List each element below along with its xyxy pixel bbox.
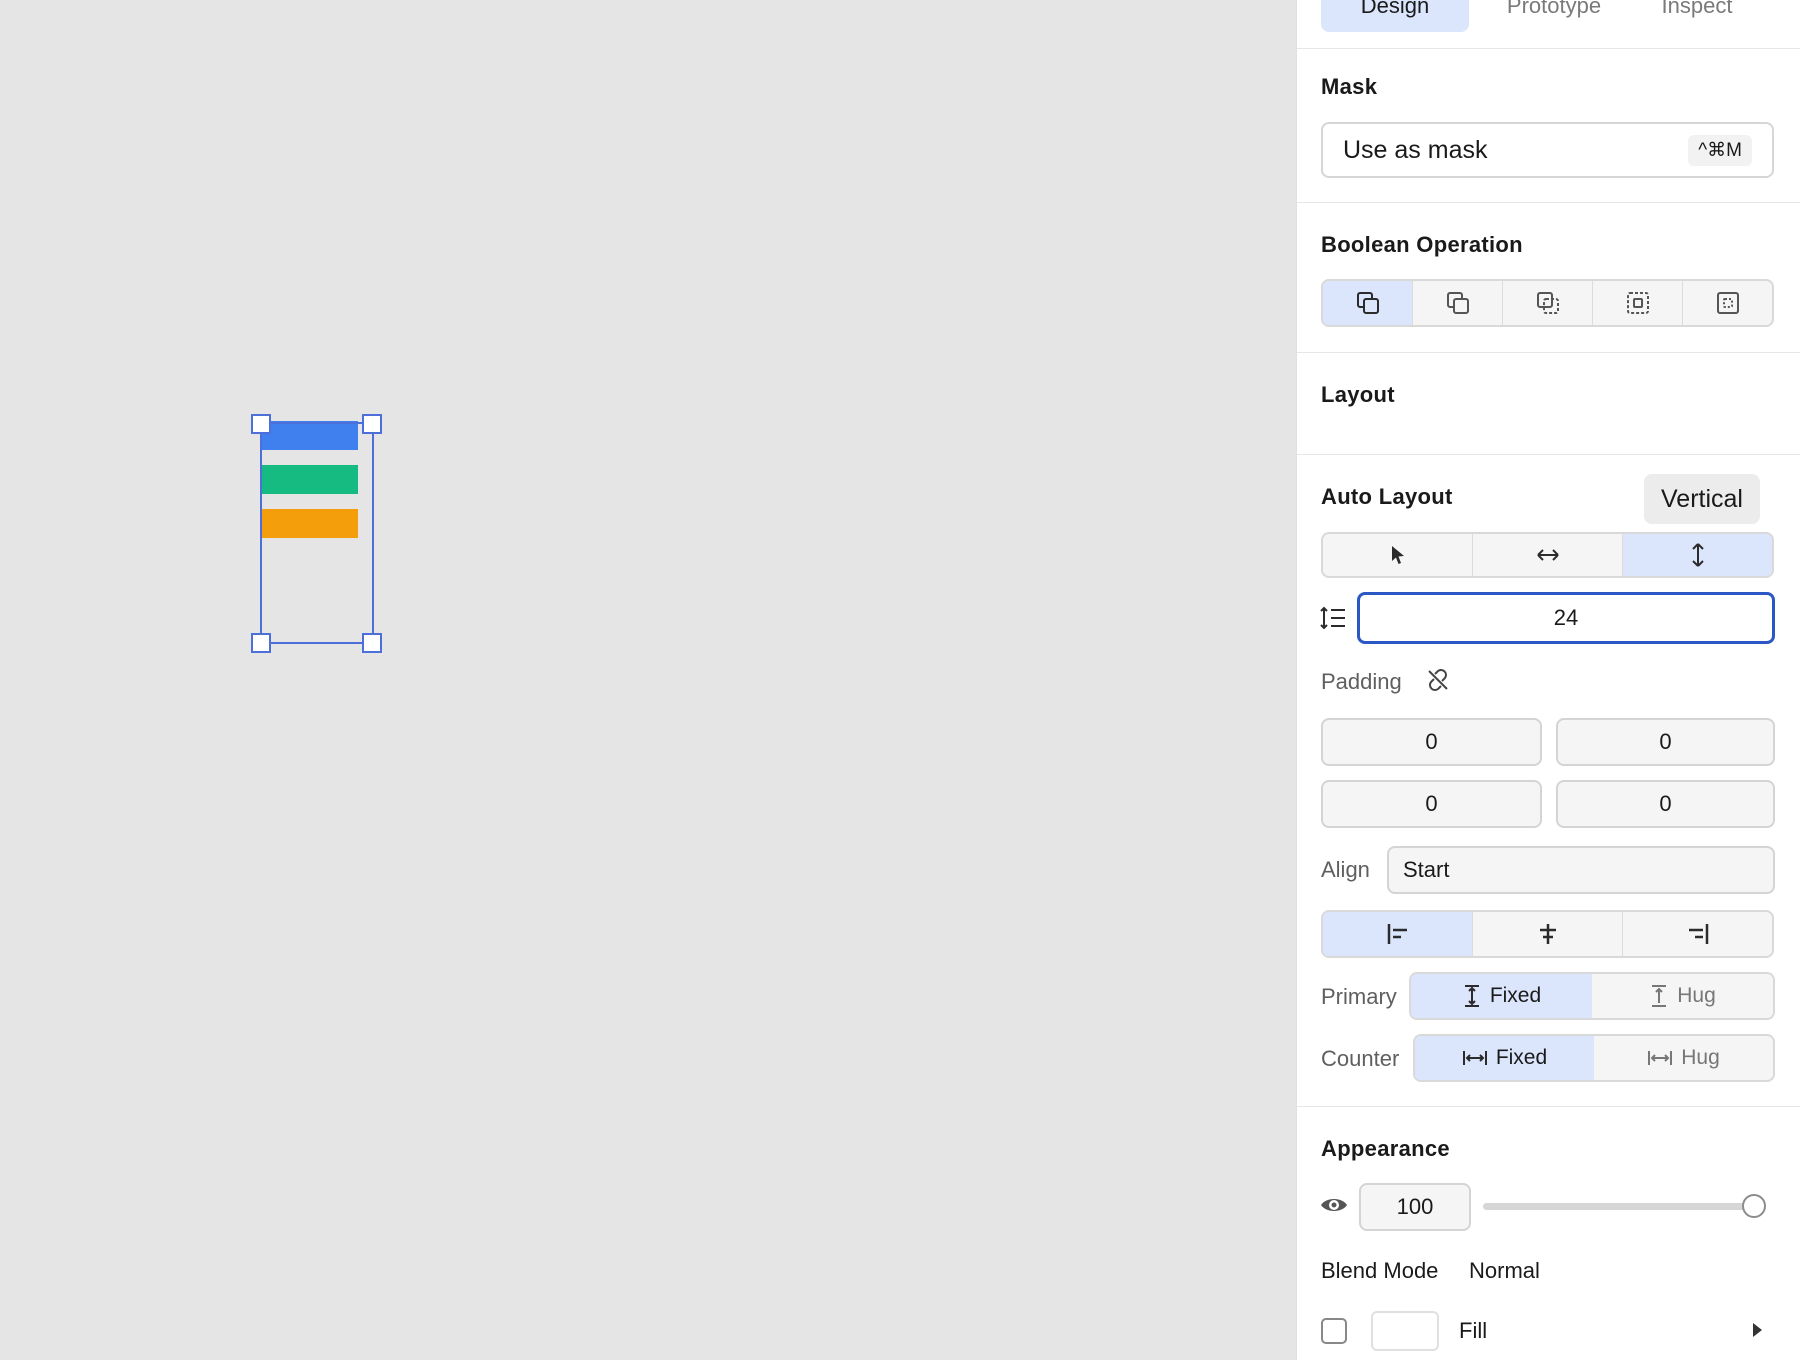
padding-right-value: 0 bbox=[1659, 729, 1672, 754]
resize-handle-top-right[interactable] bbox=[362, 414, 382, 434]
exclude-icon bbox=[1626, 292, 1649, 314]
counter-fixed-label: Fixed bbox=[1495, 1046, 1548, 1069]
union-icon bbox=[1356, 292, 1379, 314]
blend-mode-select[interactable]: Normal bbox=[1469, 1258, 1540, 1284]
primary-hug-label: Hug bbox=[1677, 984, 1716, 1007]
intersect-icon bbox=[1536, 292, 1559, 314]
padding-bottom-value: 0 bbox=[1425, 791, 1438, 816]
align-left-button[interactable] bbox=[1323, 912, 1473, 956]
primary-fixed-label: Fixed bbox=[1489, 984, 1542, 1007]
caret-right-icon bbox=[1753, 1323, 1762, 1337]
blend-mode-label: Blend Mode bbox=[1321, 1258, 1439, 1283]
fixed-width-icon bbox=[1462, 1051, 1487, 1065]
layout-section-title: Layout bbox=[1321, 382, 1395, 407]
tab-prototype[interactable]: Prototype bbox=[1491, 0, 1617, 32]
counter-hug-label: Hug bbox=[1681, 1046, 1720, 1069]
resize-handle-bottom-left[interactable] bbox=[251, 633, 271, 653]
direction-vertical-button[interactable] bbox=[1623, 534, 1772, 576]
hug-height-icon bbox=[1652, 985, 1667, 1007]
boolean-operation-group bbox=[1321, 279, 1774, 327]
vertical-arrow-icon bbox=[1691, 543, 1704, 567]
visibility-toggle[interactable] bbox=[1319, 1194, 1349, 1216]
layout-direction-group bbox=[1321, 532, 1774, 578]
counter-hug-button[interactable]: Hug bbox=[1594, 1036, 1773, 1080]
mask-shortcut-badge: ^⌘M bbox=[1688, 134, 1752, 166]
resize-handle-top-left[interactable] bbox=[251, 414, 271, 434]
padding-top-value: 0 bbox=[1425, 729, 1438, 754]
subtract-icon bbox=[1446, 292, 1469, 314]
eye-icon bbox=[1321, 1199, 1347, 1211]
pointer-icon bbox=[1391, 546, 1404, 564]
tab-inspect-label: Inspect bbox=[1661, 0, 1733, 18]
divider bbox=[1297, 48, 1800, 49]
boolean-union-button[interactable] bbox=[1323, 281, 1413, 325]
auto-layout-section-title: Auto Layout bbox=[1321, 484, 1453, 509]
selected-frame[interactable] bbox=[260, 422, 374, 644]
fill-expand-button[interactable] bbox=[1749, 1320, 1765, 1340]
item-spacing-input[interactable]: 24 bbox=[1357, 592, 1775, 644]
divider bbox=[1297, 454, 1800, 455]
direction-none-button[interactable] bbox=[1323, 534, 1473, 576]
align-right-icon bbox=[1688, 924, 1708, 944]
counter-fixed-button[interactable]: Fixed bbox=[1415, 1036, 1594, 1080]
horizontal-arrow-icon bbox=[1536, 549, 1559, 561]
padding-left-input[interactable]: 0 bbox=[1556, 780, 1775, 828]
primary-sizing-label: Primary bbox=[1321, 984, 1397, 1009]
align-label: Align bbox=[1321, 857, 1370, 882]
use-as-mask-label: Use as mask bbox=[1343, 135, 1488, 164]
divider bbox=[1297, 1106, 1800, 1107]
direction-tooltip: Vertical bbox=[1644, 474, 1760, 524]
counter-sizing-label: Counter bbox=[1321, 1046, 1400, 1071]
primary-hug-button[interactable]: Hug bbox=[1592, 974, 1773, 1018]
fill-label: Fill bbox=[1459, 1318, 1488, 1343]
divider bbox=[1297, 202, 1800, 203]
align-center-icon bbox=[1539, 924, 1556, 944]
align-select-value: Start bbox=[1403, 857, 1450, 882]
appearance-section-title: Appearance bbox=[1321, 1136, 1450, 1161]
tab-design[interactable]: Design bbox=[1321, 0, 1469, 32]
align-select[interactable]: Start bbox=[1387, 846, 1775, 894]
boolean-intersect-button[interactable] bbox=[1503, 281, 1593, 325]
tab-prototype-label: Prototype bbox=[1506, 0, 1602, 18]
padding-top-input[interactable]: 0 bbox=[1321, 718, 1542, 766]
fill-checkbox[interactable] bbox=[1321, 1318, 1347, 1344]
padding-label: Padding bbox=[1321, 669, 1402, 694]
fixed-height-icon bbox=[1464, 985, 1479, 1007]
opacity-value: 100 bbox=[1396, 1194, 1434, 1219]
divider bbox=[1297, 352, 1800, 353]
item-spacing-value: 24 bbox=[1553, 605, 1579, 630]
opacity-slider-track[interactable] bbox=[1483, 1203, 1753, 1210]
align-center-button[interactable] bbox=[1473, 912, 1623, 956]
align-left-icon bbox=[1387, 924, 1407, 944]
padding-bottom-input[interactable]: 0 bbox=[1321, 780, 1542, 828]
align-right-button[interactable] bbox=[1623, 912, 1772, 956]
opacity-slider-handle[interactable] bbox=[1742, 1194, 1766, 1218]
primary-sizing-group: Fixed Hug bbox=[1409, 972, 1775, 1020]
padding-left-value: 0 bbox=[1659, 791, 1672, 816]
unlink-icon bbox=[1428, 669, 1448, 691]
tab-design-label: Design bbox=[1360, 0, 1430, 18]
opacity-input[interactable]: 100 bbox=[1359, 1183, 1471, 1231]
counter-sizing-group: Fixed Hug bbox=[1413, 1034, 1775, 1082]
hug-width-icon bbox=[1648, 1051, 1673, 1065]
spacing-icon bbox=[1319, 605, 1347, 631]
resize-handle-bottom-right[interactable] bbox=[362, 633, 382, 653]
boolean-flatten-button[interactable] bbox=[1683, 281, 1772, 325]
align-button-group bbox=[1321, 910, 1774, 958]
mask-section-title: Mask bbox=[1321, 74, 1378, 99]
boolean-exclude-button[interactable] bbox=[1593, 281, 1683, 325]
use-as-mask-button[interactable]: Use as mask ^⌘M bbox=[1321, 122, 1774, 178]
tab-inspect[interactable]: Inspect bbox=[1637, 0, 1757, 32]
flatten-icon bbox=[1716, 292, 1739, 314]
primary-fixed-button[interactable]: Fixed bbox=[1411, 974, 1592, 1018]
boolean-subtract-button[interactable] bbox=[1413, 281, 1503, 325]
unlink-padding-button[interactable] bbox=[1424, 666, 1452, 694]
padding-right-input[interactable]: 0 bbox=[1556, 718, 1775, 766]
fill-color-swatch[interactable] bbox=[1371, 1311, 1439, 1351]
properties-panel: Design Prototype Inspect Mask Use as mas… bbox=[1296, 0, 1800, 1360]
direction-horizontal-button[interactable] bbox=[1473, 534, 1623, 576]
design-canvas[interactable] bbox=[0, 0, 1296, 1360]
boolean-section-title: Boolean Operation bbox=[1321, 232, 1523, 257]
